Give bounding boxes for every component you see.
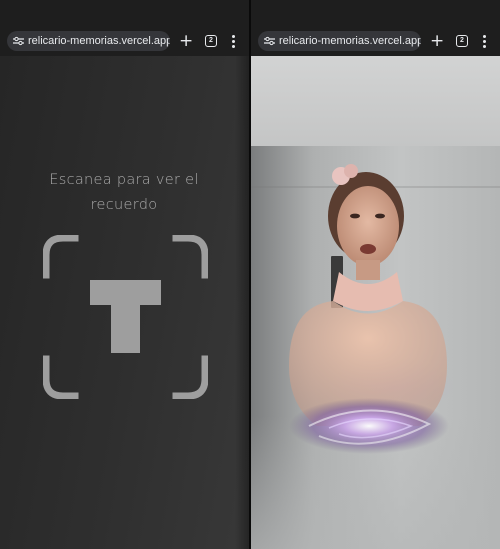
tune-icon[interactable]	[264, 36, 275, 46]
right-browser-window: relicario-memorias.vercel.app/c + 2	[251, 0, 500, 549]
tune-icon[interactable]	[13, 36, 24, 46]
address-bar-url: relicario-memorias.vercel.app/c	[279, 35, 421, 47]
page-content: Escanea para ver el recuerdo	[0, 56, 249, 549]
tab-switcher-button[interactable]: 2	[456, 35, 468, 47]
browser-toolbar: relicario-memorias.vercel.app/c + 2	[0, 0, 249, 56]
new-tab-button[interactable]: +	[179, 33, 193, 50]
ar-camera-view	[251, 56, 500, 549]
browser-toolbar: relicario-memorias.vercel.app/c + 2	[251, 0, 500, 56]
ceiling-area	[251, 56, 500, 146]
left-browser-window: relicario-memorias.vercel.app/c + 2 Esca…	[0, 0, 249, 549]
kebab-menu-icon[interactable]	[230, 35, 236, 49]
new-tab-button[interactable]: +	[430, 33, 444, 50]
address-bar-url: relicario-memorias.vercel.app/c	[28, 35, 170, 47]
kebab-menu-icon[interactable]	[481, 35, 487, 49]
address-bar[interactable]: relicario-memorias.vercel.app/c	[258, 31, 421, 51]
hologram-fade	[251, 416, 500, 549]
tab-switcher-button[interactable]: 2	[205, 35, 217, 47]
address-bar[interactable]: relicario-memorias.vercel.app/c	[7, 31, 170, 51]
scan-prompt-text: Escanea para ver el recuerdo	[49, 172, 199, 213]
qr-scanner-frame-icon	[43, 235, 208, 399]
